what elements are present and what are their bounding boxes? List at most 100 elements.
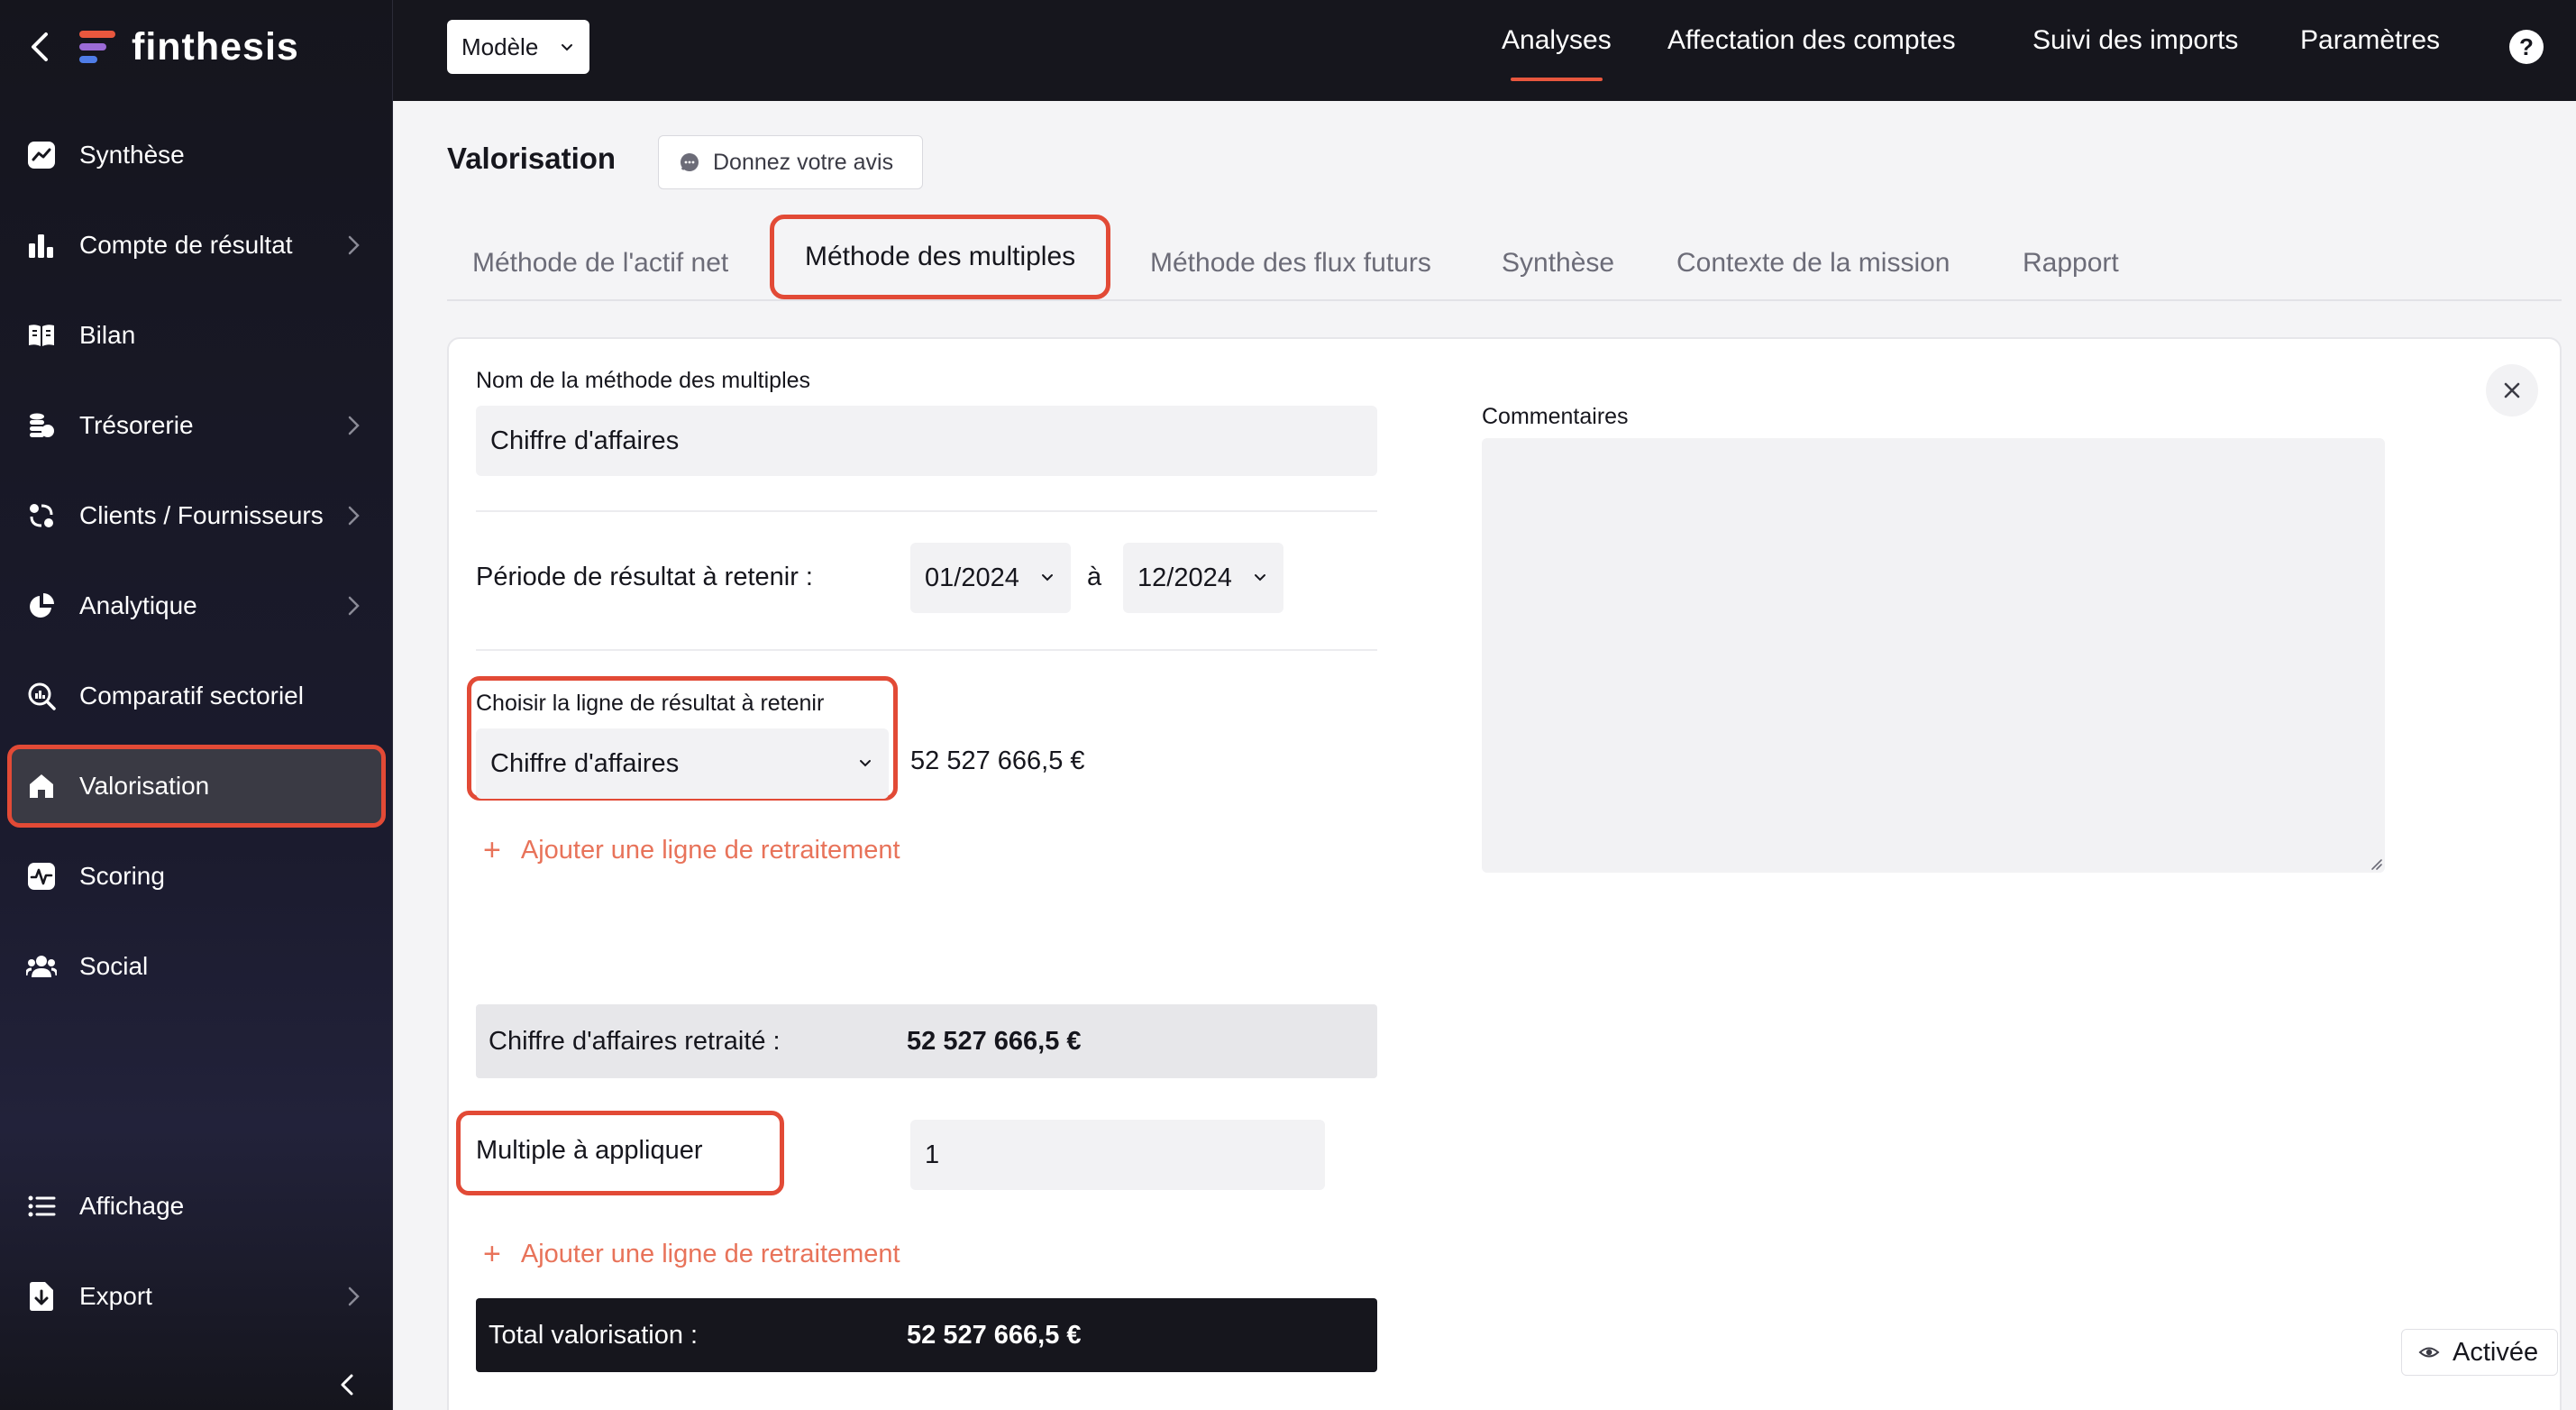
collapse-sidebar-chevron-icon[interactable] — [332, 1369, 364, 1401]
comments-label: Commentaires — [1482, 404, 1629, 429]
total-label: Total valorisation : — [489, 1320, 699, 1350]
resize-grip-icon[interactable] — [2369, 856, 2383, 871]
sidebar: finthesis Synthèse Compte de résultat Bi… — [0, 0, 393, 1410]
tab-label: Synthèse — [1502, 248, 1615, 278]
chevron-down-icon — [860, 760, 871, 767]
close-button[interactable] — [2486, 364, 2538, 417]
restated-summary-bar: Chiffre d'affaires retraité : 52 527 666… — [476, 1004, 1377, 1078]
line-select-label: Choisir la ligne de résultat à retenir — [476, 691, 825, 716]
page-title: Valorisation — [447, 142, 617, 175]
sidebar-item-social[interactable]: Social — [7, 925, 386, 1008]
multiples-method-card: Nom de la méthode des multiples Période … — [447, 337, 2562, 1410]
topnav-parametres[interactable]: Paramètres — [2300, 25, 2440, 65]
users-icon — [25, 950, 58, 983]
tab-label: Rapport — [2023, 248, 2119, 278]
tab-contexte-de-la-mission[interactable]: Contexte de la mission — [1676, 236, 1950, 290]
pie-chart-icon — [25, 590, 58, 622]
sidebar-item-clients-fournisseurs[interactable]: Clients / Fournisseurs — [7, 474, 386, 557]
brand-name: finthesis — [132, 24, 299, 69]
tab-synthese[interactable]: Synthèse — [1502, 236, 1614, 290]
total-value: 52 527 666,5 € — [907, 1320, 1082, 1350]
sidebar-item-scoring[interactable]: Scoring — [7, 835, 386, 918]
restated-label: Chiffre d'affaires retraité : — [489, 1026, 781, 1056]
chevron-right-icon — [348, 235, 360, 255]
chevron-right-icon — [348, 596, 360, 616]
sidebar-item-label: Affichage — [79, 1192, 185, 1220]
sidebar-item-label: Social — [79, 952, 149, 980]
chevron-right-icon — [348, 1286, 360, 1306]
tab-methode-actif-net[interactable]: Méthode de l'actif net — [472, 236, 728, 290]
tab-rapport[interactable]: Rapport — [2023, 236, 2119, 290]
search-chart-icon — [25, 680, 58, 712]
period-to-select[interactable]: 12/2024 — [1123, 543, 1283, 613]
multiple-label: Multiple à appliquer — [476, 1136, 703, 1165]
sidebar-item-synthese[interactable]: Synthèse — [7, 114, 386, 197]
back-chevron-icon[interactable] — [22, 18, 58, 76]
plus-icon: + — [483, 833, 501, 867]
period-separator: à — [1087, 563, 1102, 591]
model-dropdown-label: Modèle — [461, 32, 539, 60]
sidebar-item-label: Comparatif sectoriel — [79, 682, 304, 710]
sidebar-item-valorisation[interactable]: Valorisation — [7, 745, 386, 828]
topnav-affectation-des-comptes[interactable]: Affectation des comptes — [1667, 25, 1956, 65]
sidebar-item-compte-de-resultat[interactable]: Compte de résultat — [7, 204, 386, 287]
chevron-right-icon — [348, 416, 360, 435]
close-icon — [2504, 382, 2520, 398]
sidebar-item-affichage[interactable]: Affichage — [7, 1165, 386, 1248]
finthesis-logo-icon — [79, 29, 115, 65]
method-name-label: Nom de la méthode des multiples — [476, 368, 811, 393]
export-icon — [25, 1280, 58, 1313]
sidebar-item-label: Compte de résultat — [79, 231, 293, 259]
list-icon — [25, 1190, 58, 1222]
total-valuation-bar: Total valorisation : 52 527 666,5 € — [476, 1298, 1377, 1372]
trend-chart-icon — [25, 139, 58, 171]
divider — [476, 649, 1377, 651]
chat-bubble-icon — [681, 153, 699, 171]
comments-textarea[interactable] — [1482, 438, 2385, 873]
model-dropdown[interactable]: Modèle — [447, 20, 589, 74]
sidebar-item-label: Analytique — [79, 591, 197, 619]
line-select[interactable]: Chiffre d'affaires — [476, 728, 889, 799]
sidebar-item-label: Bilan — [79, 321, 136, 349]
topnav-label: Affectation des comptes — [1667, 25, 1956, 55]
sidebar-item-label: Valorisation — [79, 772, 210, 800]
tab-methode-des-multiples[interactable]: Méthode des multiples — [770, 215, 1111, 299]
tab-label: Méthode des flux futurs — [1150, 248, 1431, 278]
pulse-icon — [25, 860, 58, 893]
sidebar-item-bilan[interactable]: Bilan — [7, 294, 386, 377]
main-content: Valorisation Donnez votre avis Méthode d… — [393, 101, 2576, 1410]
add-restatement-line-button[interactable]: + Ajouter une ligne de retraitement — [483, 835, 900, 865]
sidebar-item-comparatif-sectoriel[interactable]: Comparatif sectoriel — [7, 655, 386, 737]
eye-icon — [2418, 1347, 2440, 1358]
coins-icon — [25, 409, 58, 442]
method-name-input[interactable] — [476, 406, 1377, 476]
chevron-right-icon — [348, 506, 360, 526]
add-restatement-label: Ajouter une ligne de retraitement — [520, 1239, 900, 1268]
add-restatement-label: Ajouter une ligne de retraitement — [520, 835, 900, 865]
tab-label: Méthode de l'actif net — [472, 248, 729, 278]
period-from-select[interactable]: 01/2024 — [910, 543, 1071, 613]
feedback-button[interactable]: Donnez votre avis — [658, 135, 923, 189]
sidebar-item-export[interactable]: Export — [7, 1255, 386, 1338]
status-label: Activée — [2453, 1337, 2539, 1367]
period-to-value: 12/2024 — [1137, 563, 1232, 592]
chevron-down-icon — [1042, 574, 1053, 581]
sidebar-item-tresorerie[interactable]: Trésorerie — [7, 384, 386, 467]
topnav-suivi-des-imports[interactable]: Suivi des imports — [2032, 25, 2238, 65]
top-bar: Modèle Analyses Affectation des comptes … — [393, 0, 2576, 101]
status-toggle[interactable]: Activée — [2401, 1329, 2558, 1376]
add-restatement-line-button-2[interactable]: + Ajouter une ligne de retraitement — [483, 1239, 900, 1269]
period-from-value: 01/2024 — [925, 563, 1019, 592]
help-icon[interactable]: ? — [2509, 30, 2544, 64]
brand: finthesis — [22, 18, 299, 76]
line-select-value: Chiffre d'affaires — [490, 748, 680, 778]
sidebar-item-label: Scoring — [79, 862, 165, 890]
topnav-analyses[interactable]: Analyses — [1502, 25, 1612, 81]
sidebar-item-analytique[interactable]: Analytique — [7, 564, 386, 647]
tab-label: Méthode des multiples — [805, 242, 1076, 271]
divider — [476, 510, 1377, 512]
tab-methode-flux-futurs[interactable]: Méthode des flux futurs — [1150, 236, 1431, 290]
sidebar-item-label: Trésorerie — [79, 411, 194, 439]
multiple-input[interactable] — [910, 1120, 1325, 1190]
home-icon — [25, 770, 58, 802]
